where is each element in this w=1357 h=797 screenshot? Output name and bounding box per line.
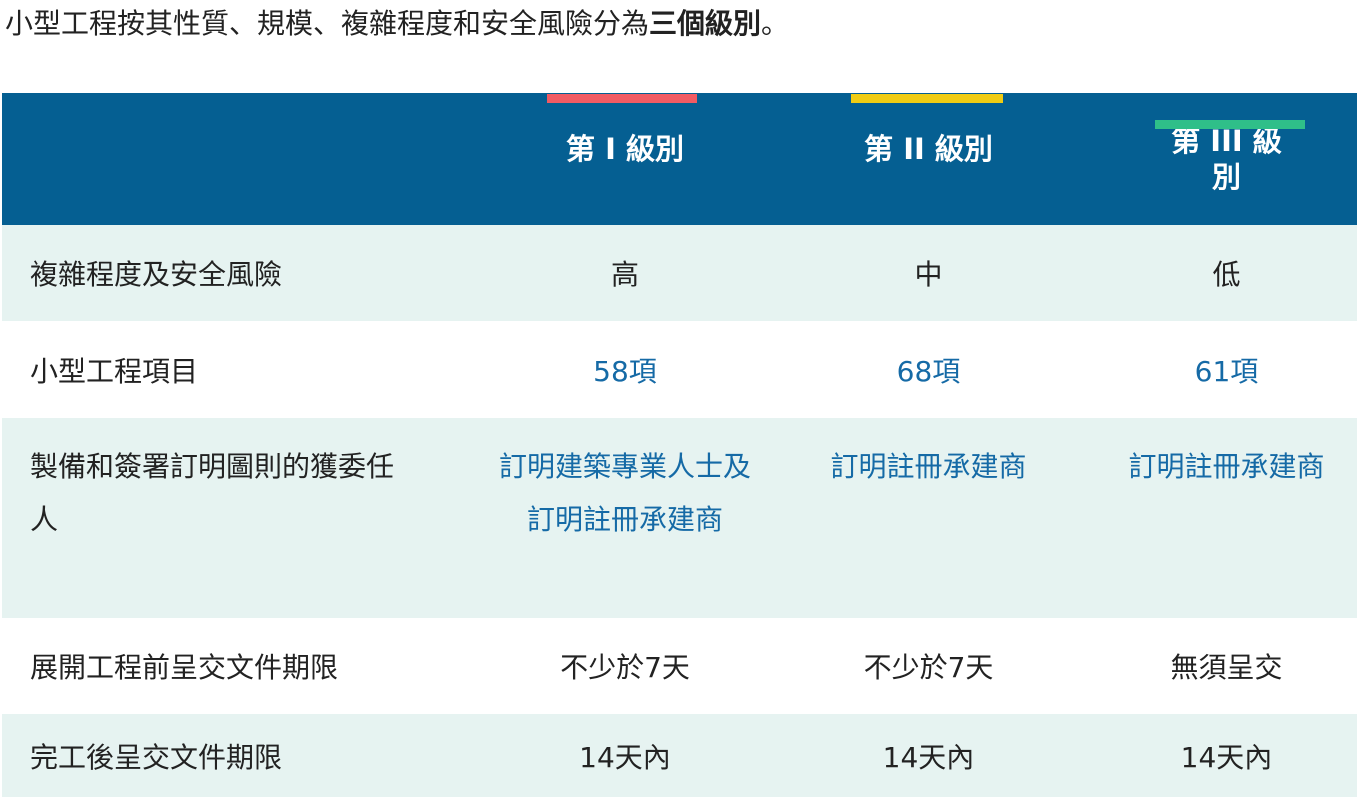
table-row: 複雜程度及安全風險 高 中 低 (2, 225, 1357, 321)
intro-text: 小型工程按其性質、規模、複雜程度和安全風險分為 (5, 7, 650, 40)
classification-table: 第 I 級別 第 II 級別 第 III 級別 複雜程度及安全風險 高 中 低 … (2, 93, 1357, 797)
cell-class-2: 14天內 (882, 740, 975, 774)
table-header-row: 第 I 級別 第 II 級別 第 III 級別 (2, 93, 1357, 225)
intro-end: 。 (761, 7, 790, 40)
link-class-3-appointed[interactable]: 訂明註冊承建商 (1096, 418, 1357, 618)
intro-bold: 三個級別 (649, 7, 762, 40)
table-row: 完工後呈交文件期限 14天內 14天內 14天內 (2, 714, 1357, 797)
cell-class-1: 14天內 (579, 740, 671, 774)
header-class-3: 第 III 級別 (1096, 93, 1357, 225)
row-label: 製備和簽署訂明圖則的獲委任人 (30, 450, 395, 536)
header-class-2-label: 第 II 級別 (864, 132, 993, 166)
link-class-3-items[interactable]: 61項 (1096, 321, 1357, 418)
header-empty (2, 93, 489, 225)
intro-paragraph: 小型工程按其性質、規模、複雜程度和安全風險分為三個級別。 (5, 2, 789, 46)
row-label: 小型工程項目 (30, 354, 199, 388)
row-label: 展開工程前呈交文件期限 (30, 651, 339, 684)
cell-class-3: 14天內 (1180, 740, 1273, 774)
table-row: 小型工程項目 58項 68項 61項 (2, 321, 1357, 418)
cell-class-1: 不少於7天 (560, 651, 690, 684)
link-class-2-items[interactable]: 68項 (761, 321, 1096, 418)
row-label: 完工後呈交文件期限 (30, 740, 283, 774)
cell-class-3: 無須呈交 (1170, 651, 1283, 684)
table-row: 製備和簽署訂明圖則的獲委任人 訂明建築專業人士及訂明註冊承建商 訂明註冊承建商 … (2, 418, 1357, 618)
class-1-underline (547, 94, 697, 103)
class-2-underline (851, 94, 1003, 103)
cell-class-3: 低 (1212, 258, 1241, 291)
header-class-1-label: 第 I 級別 (566, 132, 684, 166)
header-class-3-label: 第 III 級別 (1171, 124, 1282, 194)
cell-class-2: 中 (914, 258, 943, 291)
header-class-1: 第 I 級別 (489, 93, 761, 225)
cell-class-2: 不少於7天 (863, 651, 994, 684)
header-class-2: 第 II 級別 (761, 93, 1096, 225)
row-label: 複雜程度及安全風險 (30, 258, 283, 291)
link-class-2-appointed[interactable]: 訂明註冊承建商 (761, 418, 1096, 618)
link-class-1-items[interactable]: 58項 (489, 321, 761, 418)
class-3-underline (1155, 120, 1305, 129)
cell-class-1: 高 (610, 258, 639, 291)
table-row: 展開工程前呈交文件期限 不少於7天 不少於7天 無須呈交 (2, 618, 1357, 714)
link-class-1-appointed[interactable]: 訂明建築專業人士及訂明註冊承建商 (489, 418, 761, 618)
